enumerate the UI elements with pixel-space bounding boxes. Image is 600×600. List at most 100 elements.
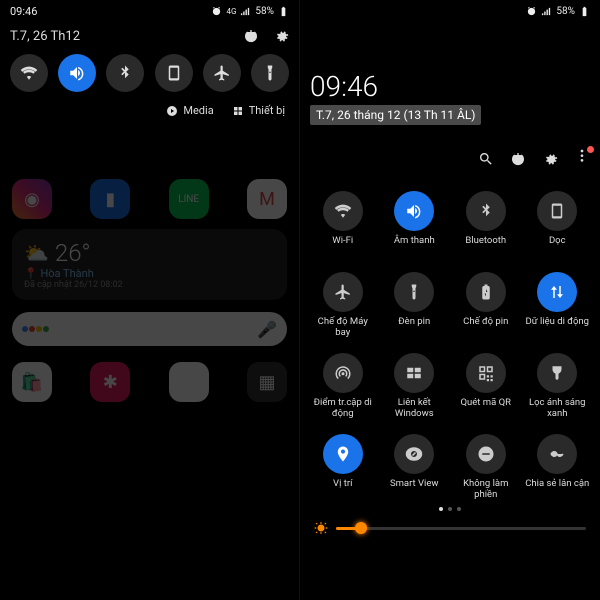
sun-icon	[314, 521, 328, 535]
qs-tile-qr-scan[interactable]: Quét mã QR	[453, 353, 519, 420]
sound-icon	[68, 64, 86, 82]
qs-tile-label: Đèn pin	[398, 317, 430, 339]
bluetooth-icon	[477, 202, 495, 220]
qs-tile-battery-mode[interactable]: Chế độ pin	[453, 272, 519, 339]
qs-tile-wifi[interactable]: Wi-Fi	[310, 191, 376, 258]
brightness-slider[interactable]	[310, 521, 590, 535]
qs-tile-label: Dọc	[549, 236, 566, 258]
more-icon	[574, 149, 590, 165]
net-indicator: 4G	[226, 7, 236, 16]
signal-icon	[240, 6, 251, 17]
search-icon[interactable]	[478, 151, 494, 167]
link-windows-icon	[405, 364, 423, 382]
devices-label: Thiết bị	[249, 104, 285, 117]
bluetooth-icon	[116, 64, 134, 82]
qs-flashlight[interactable]	[251, 54, 289, 92]
phone-left: 09:46 4G 58% T.7, 26 Th12	[0, 0, 300, 600]
devices-button[interactable]: Thiết bị	[232, 104, 285, 117]
slider-track[interactable]	[336, 527, 586, 530]
play-icon	[166, 105, 178, 117]
qr-scan-icon	[477, 364, 495, 382]
weather-updated: Đã cập nhật 26/12 08:02	[24, 280, 275, 290]
qs-tile-link-windows[interactable]: Liên kết Windows	[382, 353, 448, 420]
weather-temp: 26°	[55, 239, 91, 267]
qs-rotation[interactable]	[155, 54, 193, 92]
pager-dots	[310, 507, 590, 511]
rotation-icon	[165, 64, 183, 82]
qs-tile-rotation[interactable]: Dọc	[525, 191, 591, 258]
qs-tile-label: Quét mã QR	[460, 398, 511, 420]
qs-tile-label: Âm thanh	[394, 236, 435, 258]
qs-tile-label: Smart View	[390, 479, 439, 501]
grid-icon	[232, 105, 244, 117]
power-icon[interactable]	[243, 28, 259, 44]
quick-settings-row	[10, 54, 289, 92]
status-bar: 09:46 4G 58%	[0, 0, 299, 22]
qs-tile-bluetooth[interactable]: Bluetooth	[453, 191, 519, 258]
qs-tile-location[interactable]: Vị trí	[310, 434, 376, 501]
media-label: Media	[183, 104, 213, 117]
qs-tile-dnd[interactable]: Không làm phiền	[453, 434, 519, 501]
qs-tile-label: Liên kết Windows	[382, 398, 448, 420]
gear-icon[interactable]	[273, 28, 289, 44]
wifi-icon	[20, 64, 38, 82]
media-button[interactable]: Media	[166, 104, 213, 117]
more-button[interactable]	[574, 149, 590, 169]
nearby-share-icon	[548, 445, 566, 463]
qs-tile-blue-light[interactable]: Lọc ánh sáng xanh	[525, 353, 591, 420]
qs-tile-label: Chế độ Máy bay	[310, 317, 376, 339]
battery-text-right: 58%	[556, 6, 575, 17]
panel-date: T.7, 26 Th12	[10, 29, 80, 44]
airplane-icon	[334, 283, 352, 301]
status-indicators-right: 58%	[526, 6, 590, 17]
power-icon[interactable]	[510, 151, 526, 167]
gear-icon[interactable]	[542, 151, 558, 167]
qs-tile-label: Vị trí	[333, 479, 352, 501]
qs-tile-label: Điểm tr.cập di động	[310, 398, 376, 420]
weather-location: Hòa Thành	[40, 267, 93, 280]
qs-tile-nearby-share[interactable]: Chia sẻ lân cận	[525, 434, 591, 501]
qs-wifi[interactable]	[10, 54, 48, 92]
google-search-bar[interactable]: 🎤	[12, 312, 287, 346]
qs-bluetooth[interactable]	[106, 54, 144, 92]
qs-tile-sound[interactable]: Âm thanh	[382, 191, 448, 258]
signal-icon	[541, 6, 552, 17]
qs-tile-airplane[interactable]: Chế độ Máy bay	[310, 272, 376, 339]
panel-date-full[interactable]: T.7, 26 tháng 12 (13 Th 11 ÂL)	[310, 105, 481, 125]
home-screen-dimmed: ◉ ▮ LINE M ⛅ 26° 📍 Hòa Thành Đã cập nhật…	[0, 165, 299, 600]
airplane-icon	[213, 64, 231, 82]
location-icon	[334, 445, 352, 463]
qs-tile-label: Dữ liệu di động	[526, 317, 589, 339]
rotation-icon	[548, 202, 566, 220]
quick-panel-expanded: 09:46 T.7, 26 tháng 12 (13 Th 11 ÂL) Wi-…	[300, 22, 600, 600]
battery-icon	[579, 6, 590, 17]
qs-tile-smart-view[interactable]: Smart View	[382, 434, 448, 501]
flashlight-icon	[405, 283, 423, 301]
battery-icon	[278, 6, 289, 17]
qs-tile-hotspot[interactable]: Điểm tr.cập di động	[310, 353, 376, 420]
sound-icon	[405, 202, 423, 220]
dnd-icon	[477, 445, 495, 463]
qs-tile-label: Chia sẻ lân cận	[525, 479, 589, 501]
hotspot-icon	[334, 364, 352, 382]
battery-text: 58%	[255, 6, 274, 17]
status-time: 09:46	[10, 5, 37, 18]
flashlight-icon	[261, 64, 279, 82]
qs-tile-flashlight[interactable]: Đèn pin	[382, 272, 448, 339]
alarm-icon	[526, 6, 537, 17]
status-bar-right: 58%	[300, 0, 600, 22]
qs-sound[interactable]	[58, 54, 96, 92]
blue-light-icon	[548, 364, 566, 382]
battery-mode-icon	[477, 283, 495, 301]
quick-settings-grid: Wi-Fi Âm thanh Bluetooth Dọc Chế độ Máy bay Đ…	[310, 191, 590, 501]
wifi-icon	[334, 202, 352, 220]
mobile-data-icon	[548, 283, 566, 301]
alarm-icon	[211, 6, 222, 17]
notification-shade: T.7, 26 Th12 Media Thiết bị	[0, 22, 299, 129]
qs-tile-mobile-data[interactable]: Dữ liệu di động	[525, 272, 591, 339]
qs-airplane[interactable]	[203, 54, 241, 92]
qs-tile-label: Không làm phiền	[453, 479, 519, 501]
status-indicators: 4G 58%	[211, 6, 289, 17]
qs-tile-label: Bluetooth	[465, 236, 506, 258]
panel-clock: 09:46	[310, 70, 590, 103]
